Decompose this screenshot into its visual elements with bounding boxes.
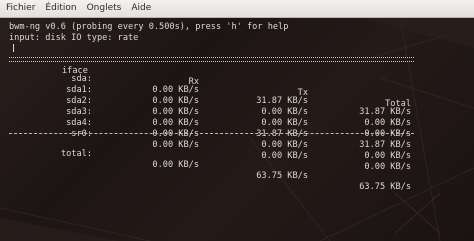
input-type-line: input: disk IO type: rate	[9, 33, 139, 43]
menu-aide[interactable]: Aide	[126, 0, 156, 17]
iface-cell: total:	[60, 149, 92, 159]
tx-cell: 0.00 KB/s	[261, 151, 308, 161]
menu-onglets[interactable]: Onglets	[82, 0, 127, 17]
terminal-window: Fichier Édition Onglets Aide bwm-ng v0.6…	[0, 0, 474, 241]
header-separator	[9, 57, 414, 62]
text-cursor-icon	[11, 44, 14, 55]
table-row: sda2: 0.00 KB/s 0.00 KB/s 0.00 KB/s	[0, 85, 474, 139]
rx-cell: 0.00 KB/s	[152, 160, 199, 170]
bwm-header-line: bwm-ng v0.6 (probing every 0.500s), pres…	[9, 22, 289, 32]
total-cell: 0.00 KB/s	[364, 162, 411, 172]
table-row: sda: 0.00 KB/s 31.87 KB/s 31.87 KB/s	[0, 63, 474, 117]
total-cell: 0.00 KB/s	[364, 151, 411, 161]
total-separator	[9, 133, 414, 134]
table-row: sr0: 0.00 KB/s 0.00 KB/s 0.00 KB/s	[0, 118, 474, 172]
menu-bar: Fichier Édition Onglets Aide	[0, 0, 474, 18]
table-row: sda1: 0.00 KB/s 0.00 KB/s 0.00 KB/s	[0, 74, 474, 128]
menu-edition[interactable]: Édition	[40, 0, 81, 17]
menu-fichier[interactable]: Fichier	[0, 0, 40, 17]
tx-cell: 63.75 KB/s	[256, 171, 308, 181]
terminal-output: bwm-ng v0.6 (probing every 0.500s), pres…	[0, 18, 474, 241]
total-row: total: 0.00 KB/s 63.75 KB/s 63.75 KB/s	[0, 138, 474, 192]
table-row: sda3: 0.00 KB/s 31.87 KB/s 31.87 KB/s	[0, 96, 474, 150]
table-row: sda4: 0.00 KB/s 0.00 KB/s 0.00 KB/s	[0, 107, 474, 161]
terminal-area[interactable]: bwm-ng v0.6 (probing every 0.500s), pres…	[0, 18, 474, 241]
total-cell: 63.75 KB/s	[359, 182, 411, 192]
column-header-row: iface Rx Tx Total	[0, 44, 474, 109]
